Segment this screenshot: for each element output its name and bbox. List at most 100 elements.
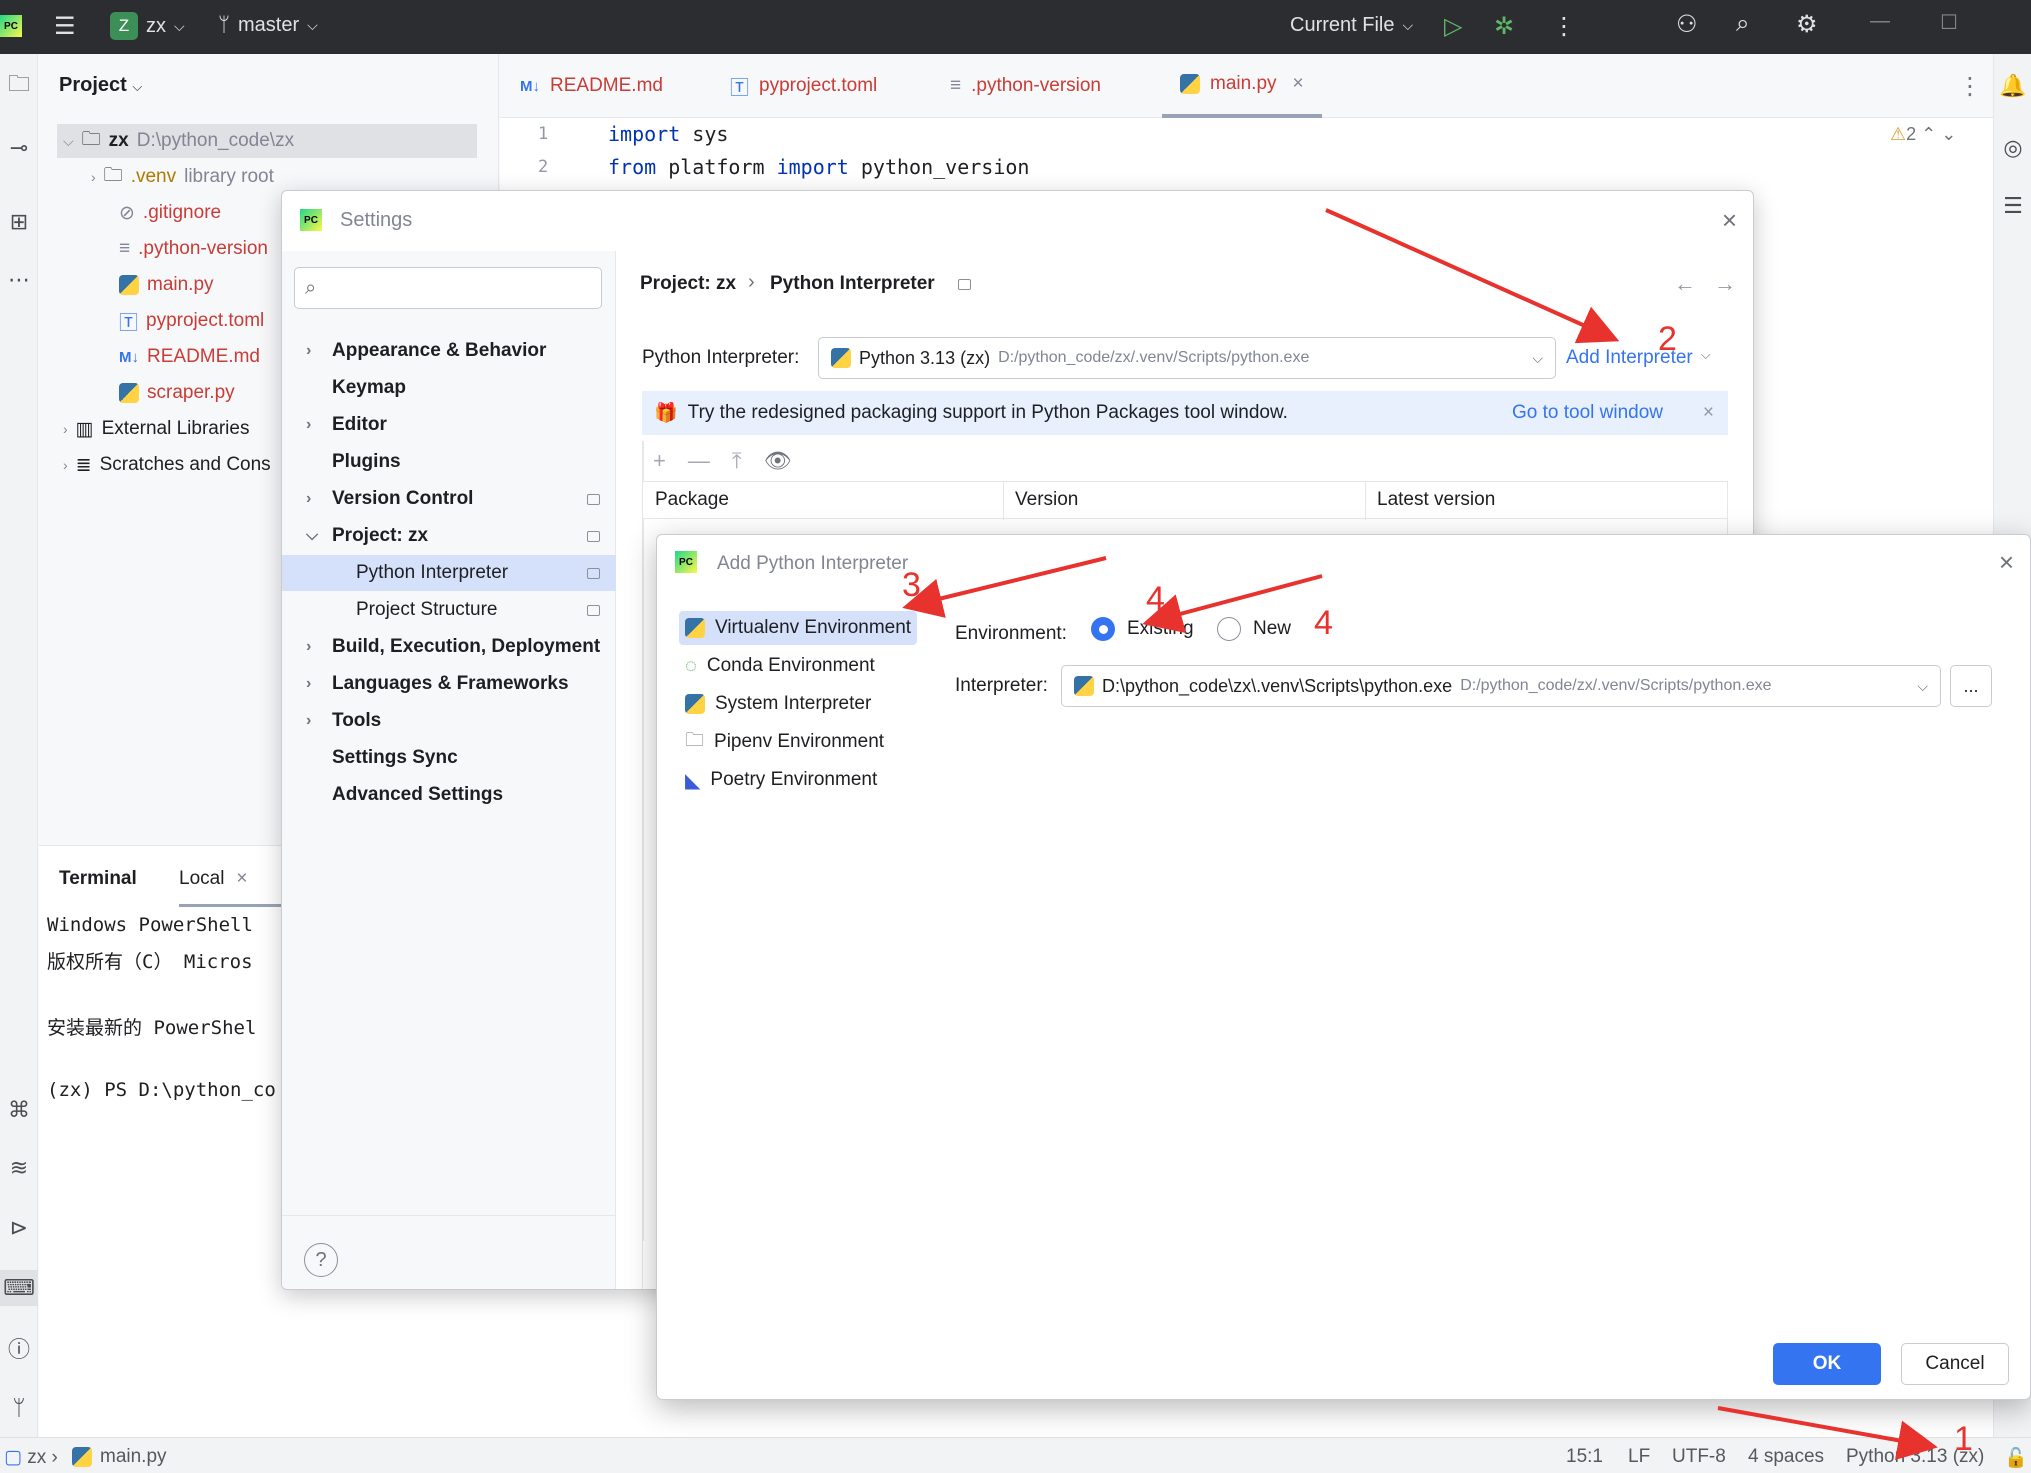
tree-row-external-libraries[interactable]: › ▥ External Libraries	[63, 412, 249, 446]
settings-nav-advanced[interactable]: Advanced Settings	[282, 777, 616, 813]
status-indent[interactable]: 4 spaces	[1748, 1446, 1824, 1468]
eye-icon[interactable]: 👁	[764, 448, 792, 474]
services-icon[interactable]: ⊳	[0, 1210, 38, 1246]
forward-arrow-icon[interactable]: →	[1714, 271, 1736, 297]
run-icon[interactable]: ▷	[1444, 12, 1462, 41]
column-header-latest[interactable]: Latest version	[1377, 489, 1495, 511]
go-to-tool-window-link[interactable]: Go to tool window	[1512, 402, 1663, 424]
interpreter-select[interactable]: Python 3.13 (zx) D:/python_code/zx/.venv…	[818, 337, 1556, 379]
ok-button[interactable]: OK	[1773, 1343, 1881, 1385]
close-icon[interactable]: ×	[236, 868, 247, 890]
env-virtualenv[interactable]: Virtualenv Environment	[679, 611, 918, 645]
database-icon[interactable]: ☰	[1994, 188, 2031, 224]
close-icon[interactable]: ×	[1293, 73, 1304, 95]
settings-nav-plugins[interactable]: Plugins	[282, 444, 616, 480]
structure-icon[interactable]: ⊞	[0, 204, 38, 240]
git-icon[interactable]: ᛘ	[0, 1390, 38, 1426]
tree-row-root[interactable]: ⌵ 🗀 zx D:\python_code\zx	[57, 124, 477, 158]
settings-nav-build[interactable]: › Build, Execution, Deployment	[282, 629, 616, 665]
status-file[interactable]: main.py	[72, 1446, 167, 1468]
tab-readme[interactable]: M↓ README.md	[520, 54, 663, 118]
status-caret-position[interactable]: 15:1	[1566, 1446, 1603, 1468]
tree-row-pyproject[interactable]: 🅃pyproject.toml	[119, 304, 264, 338]
maximize-icon[interactable]: ☐	[1940, 10, 1958, 35]
project-panel-title[interactable]: Project ⌵	[59, 74, 142, 97]
settings-search-input[interactable]	[322, 277, 583, 299]
branch-switcher[interactable]: ᛘ master ⌵	[218, 14, 318, 37]
remove-icon[interactable]: —	[688, 448, 710, 474]
breadcrumb-project[interactable]: Project: zx	[640, 273, 736, 295]
close-icon[interactable]: ×	[1722, 205, 1737, 236]
settings-nav-editor[interactable]: › Editor	[282, 407, 616, 443]
settings-nav-keymap[interactable]: Keymap	[282, 370, 616, 406]
add-user-icon[interactable]: ⚇	[1676, 10, 1698, 39]
cancel-button[interactable]: Cancel	[1901, 1343, 2009, 1385]
layers-icon[interactable]: ≋	[0, 1150, 38, 1186]
settings-nav-appearance[interactable]: › Appearance & Behavior	[282, 333, 616, 369]
back-arrow-icon[interactable]: ←	[1674, 271, 1696, 297]
more-actions-icon[interactable]: ⋮	[1552, 12, 1576, 41]
code-line[interactable]: import sys	[608, 122, 728, 146]
tree-row-venv[interactable]: › 🗀 .venv library root	[91, 160, 274, 194]
run-config-selector[interactable]: Current File ⌵	[1290, 14, 1413, 37]
tabs-menu-icon[interactable]: ⋮	[1958, 72, 1982, 101]
terminal-title[interactable]: Terminal	[59, 868, 137, 890]
tree-row-main-py[interactable]: main.py	[119, 268, 214, 302]
main-menu-icon[interactable]: ☰	[54, 12, 76, 41]
settings-nav-sync[interactable]: Settings Sync	[282, 740, 616, 776]
terminal-icon[interactable]: ⌨	[0, 1270, 38, 1306]
close-icon[interactable]: ×	[1999, 547, 2014, 578]
chevron-down-icon[interactable]: ⌄	[1941, 124, 1956, 144]
status-project[interactable]: ▢ zx ›	[4, 1446, 58, 1469]
settings-nav-tools[interactable]: › Tools	[282, 703, 616, 739]
more-tools-icon[interactable]: ⋯	[0, 262, 38, 298]
tab-main-py[interactable]: main.py ×	[1162, 54, 1322, 118]
settings-gear-icon[interactable]: ⚙	[1796, 10, 1818, 39]
terminal-tab-local[interactable]: Local ×	[179, 868, 248, 890]
search-icon[interactable]: ⌕	[1736, 10, 1749, 38]
inspection-widget[interactable]: ⚠2 ⌃ ⌄	[1890, 124, 1956, 145]
settings-nav-project-structure[interactable]: Project Structure	[282, 592, 616, 628]
lock-icon[interactable]: 🔓	[2004, 1446, 2028, 1470]
status-line-separator[interactable]: LF	[1628, 1446, 1650, 1468]
minimize-icon[interactable]: —	[1870, 10, 1890, 33]
radio-existing[interactable]: Existing	[1091, 617, 1194, 641]
tree-row-gitignore[interactable]: ⊘ .gitignore	[119, 196, 221, 230]
settings-search[interactable]: ⌕	[294, 267, 602, 309]
close-icon[interactable]: ×	[1703, 402, 1714, 424]
ai-assistant-icon[interactable]: ◎	[1994, 130, 2031, 166]
interpreter-path-select[interactable]: D:\python_code\zx\.venv\Scripts\python.e…	[1061, 665, 1941, 707]
env-poetry[interactable]: ◣ Poetry Environment	[679, 763, 883, 797]
settings-nav-languages[interactable]: › Languages & Frameworks	[282, 666, 616, 702]
column-header-version[interactable]: Version	[1015, 489, 1078, 511]
notifications-icon[interactable]: 🔔	[1994, 68, 2031, 104]
folder-icon[interactable]: 🗀	[0, 68, 38, 104]
tree-row-scratches[interactable]: › ≣ Scratches and Cons	[63, 448, 271, 482]
terminal-prompt[interactable]: (zx) PS D:\python_co	[47, 1079, 276, 1101]
env-conda[interactable]: ◌ Conda Environment	[679, 649, 881, 683]
upgrade-icon[interactable]: ⤒	[732, 448, 742, 474]
settings-nav-project[interactable]: ⌵ Project: zx	[282, 518, 616, 554]
tree-row-python-version[interactable]: ≡ .python-version	[119, 232, 268, 266]
add-interpreter-link[interactable]: Add Interpreter ⌵	[1566, 347, 1711, 369]
tree-row-readme[interactable]: M↓ README.md	[119, 340, 260, 374]
status-encoding[interactable]: UTF-8	[1672, 1446, 1726, 1468]
debug-icon[interactable]: ✲	[1494, 12, 1514, 41]
problems-icon[interactable]: ⓘ	[0, 1330, 38, 1366]
commit-icon[interactable]: ⊸	[0, 130, 38, 166]
browse-button[interactable]: ...	[1950, 665, 1992, 707]
python-console-icon[interactable]: ⌘	[0, 1092, 38, 1128]
help-button[interactable]: ?	[304, 1243, 338, 1277]
column-header-package[interactable]: Package	[655, 489, 729, 511]
chevron-up-icon[interactable]: ⌃	[1921, 124, 1936, 144]
code-line[interactable]: from platform import python_version	[608, 155, 1029, 179]
tree-row-scraper[interactable]: scraper.py	[119, 376, 235, 410]
settings-nav-version-control[interactable]: › Version Control	[282, 481, 616, 517]
project-switcher[interactable]: Z zx ⌵	[110, 12, 185, 40]
env-system[interactable]: System Interpreter	[679, 687, 877, 721]
env-pipenv[interactable]: 🗀 Pipenv Environment	[679, 725, 890, 759]
settings-nav-python-interpreter[interactable]: Python Interpreter	[282, 555, 616, 591]
tab-python-version[interactable]: ≡ .python-version	[950, 54, 1101, 118]
tab-pyproject[interactable]: 🅃pyproject.toml	[730, 54, 877, 118]
radio-new[interactable]: New	[1217, 617, 1291, 641]
